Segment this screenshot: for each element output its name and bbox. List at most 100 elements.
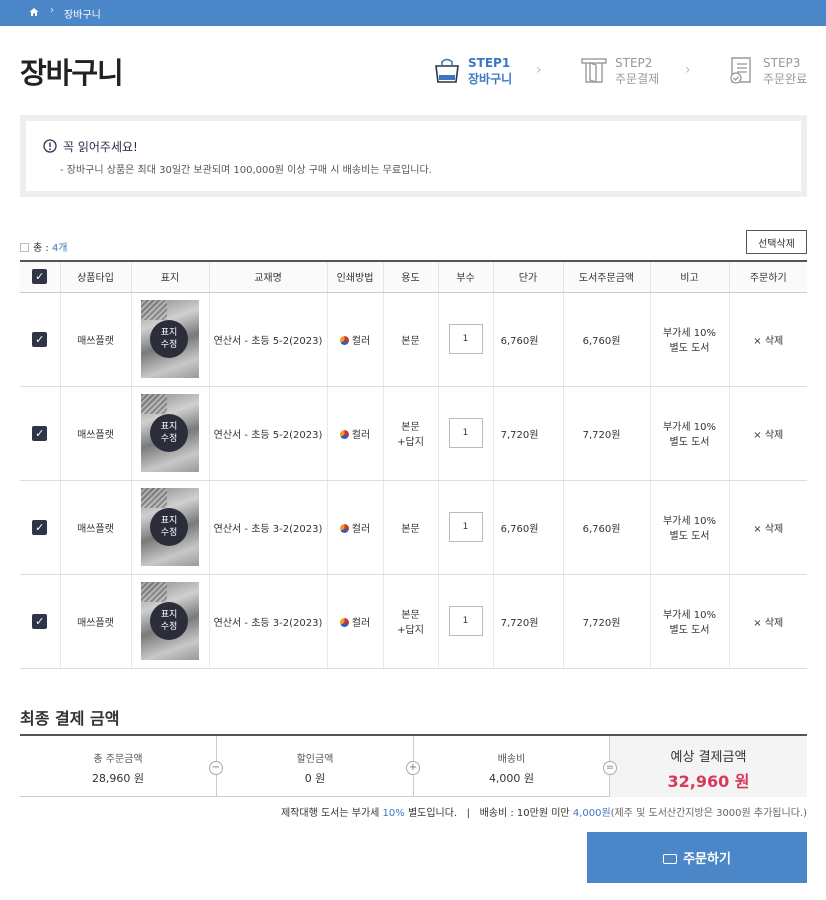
quantity-input[interactable]: 1: [448, 512, 483, 542]
row-checkbox[interactable]: ✓: [32, 613, 48, 629]
order-button-label: 주문하기: [683, 852, 731, 867]
usage: 본문 +답지: [383, 386, 439, 481]
table-row: ✓ 매쓰플랫 표지 수정 연산서 - 초등 3-2(2023) 컬러 본문 +답지 …: [20, 574, 807, 669]
equals-icon: =: [603, 761, 617, 775]
cover-thumbnail: 표지 수정: [141, 488, 199, 566]
summary-label: 할인금액: [296, 754, 334, 765]
note: 부가세 10% 별도 도서: [650, 480, 730, 575]
step-2-number: STEP2: [615, 56, 653, 70]
summary-label: 배송비: [497, 754, 526, 765]
quantity-input[interactable]: 1: [448, 324, 483, 354]
payment-summary: 총 주문금액 28,960 원 − 할인금액 0 원 + 배송비 4,000 원…: [20, 734, 807, 797]
header-order: 주문하기: [729, 260, 807, 293]
step-1-name: 장바구니: [468, 72, 513, 86]
usage: 본문: [383, 480, 439, 575]
header-qty: 부수: [438, 260, 494, 293]
total-label: 총 :: [33, 243, 49, 254]
row-checkbox[interactable]: ✓: [32, 425, 48, 441]
edit-cover-button[interactable]: 표지 수정: [150, 320, 188, 358]
summary-total-order: 총 주문금액 28,960 원: [20, 736, 216, 797]
order-amount: 7,720원: [563, 386, 651, 481]
color-print-icon: [339, 429, 349, 439]
unit-price: 7,720원: [493, 386, 564, 481]
header-unit-price: 단가: [493, 260, 564, 293]
product-type: 매쓰플랫: [60, 292, 132, 387]
step-1-number: STEP1: [468, 56, 511, 70]
book-title: 연산서 - 초등 3-2(2023): [209, 574, 328, 669]
header-usage: 용도: [383, 260, 439, 293]
shopping-bag-icon: [435, 58, 459, 83]
select-all-checkbox-small[interactable]: [20, 243, 29, 252]
summary-value: 28,960 원: [91, 772, 145, 785]
step-3-number: STEP3: [763, 56, 801, 70]
usage: 본문 +답지: [383, 574, 439, 669]
notice-text: - 장바구니 상품은 최대 30일간 보관되며 100,000원 이상 구매 시…: [60, 165, 432, 176]
print-method: 컬러: [327, 292, 384, 387]
step-3-name: 주문완료: [763, 72, 808, 86]
select-all-checkbox[interactable]: ✓: [32, 269, 48, 285]
order-amount: 6,760원: [563, 292, 651, 387]
step-2-name: 주문결제: [615, 72, 660, 86]
table-row: ✓ 매쓰플랫 표지 수정 연산서 - 초등 3-2(2023) 컬러 본문 1 6…: [20, 480, 807, 575]
header-title: 교재명: [209, 260, 328, 293]
delete-row-button[interactable]: × 삭제: [753, 430, 783, 441]
summary-label: 예상 결제금액: [670, 750, 747, 765]
notice-title: 꼭 읽어주세요!: [63, 140, 138, 154]
card-icon: [663, 854, 678, 864]
row-checkbox[interactable]: ✓: [32, 519, 48, 535]
table-row: ✓ 매쓰플랫 표지 수정 연산서 - 초등 5-2(2023) 컬러 본문 1 6…: [20, 292, 807, 387]
header-amount: 도서주문금액: [563, 260, 651, 293]
total-count: 총 : 4개: [20, 239, 68, 254]
book-title: 연산서 - 초등 5-2(2023): [209, 292, 328, 387]
chevron-right-icon: ›: [536, 62, 542, 78]
summary-value: 4,000 원: [488, 772, 535, 785]
quantity-input[interactable]: 1: [448, 606, 483, 636]
breadcrumb-separator-icon: ›: [50, 5, 54, 16]
header-note: 비고: [650, 260, 730, 293]
delete-selected-button[interactable]: 선택삭제: [746, 230, 807, 254]
color-print-icon: [339, 617, 349, 627]
alert-circle-icon: [43, 139, 57, 153]
unit-price: 6,760원: [493, 292, 564, 387]
total-count-value: 4개: [51, 243, 68, 254]
header-cover: 표지: [131, 260, 210, 293]
print-method: 컬러: [327, 480, 384, 575]
header-print: 인쇄방법: [327, 260, 384, 293]
edit-cover-button[interactable]: 표지 수정: [150, 508, 188, 546]
book-title: 연산서 - 초등 3-2(2023): [209, 480, 328, 575]
header-select-all[interactable]: ✓: [20, 260, 61, 293]
summary-label: 총 주문금액: [93, 754, 143, 765]
summary-final-amount: 예상 결제금액 32,960 원: [610, 736, 807, 797]
summary-discount: 할인금액 0 원: [217, 736, 413, 797]
note: 부가세 10% 별도 도서: [650, 386, 730, 481]
order-button[interactable]: 주문하기: [587, 832, 807, 883]
document-check-icon: [730, 57, 751, 84]
delete-row-button[interactable]: × 삭제: [753, 618, 783, 629]
cover-thumbnail: 표지 수정: [141, 394, 199, 472]
quantity-input[interactable]: 1: [448, 418, 483, 448]
print-method: 컬러: [327, 574, 384, 669]
delete-row-button[interactable]: × 삭제: [753, 524, 783, 535]
summary-shipping: 배송비 4,000 원: [414, 736, 609, 797]
delete-row-button[interactable]: × 삭제: [753, 336, 783, 347]
breadcrumb-bar: › 장바구니: [0, 0, 826, 26]
book-title: 연산서 - 초등 5-2(2023): [209, 386, 328, 481]
row-checkbox[interactable]: ✓: [32, 331, 48, 347]
print-method: 컬러: [327, 386, 384, 481]
home-icon[interactable]: [29, 7, 39, 17]
product-type: 매쓰플랫: [60, 480, 132, 575]
page-title: 장바구니: [20, 56, 124, 90]
edit-cover-button[interactable]: 표지 수정: [150, 602, 188, 640]
notice-box: 꼭 읽어주세요! - 장바구니 상품은 최대 30일간 보관되며 100,000…: [20, 115, 807, 197]
door-icon: [581, 58, 607, 83]
color-print-icon: [339, 523, 349, 533]
summary-value: 0 원: [304, 772, 326, 785]
cover-thumbnail: 표지 수정: [141, 300, 199, 378]
product-type: 매쓰플랫: [60, 574, 132, 669]
color-print-icon: [339, 335, 349, 345]
order-amount: 6,760원: [563, 480, 651, 575]
header-type: 상품타입: [60, 260, 132, 293]
breadcrumb-current: 장바구니: [64, 10, 101, 21]
footnote: 제작대행 도서는 부가세 10% 별도입니다. | 배송비 : 10만원 미만 …: [280, 808, 807, 819]
edit-cover-button[interactable]: 표지 수정: [150, 414, 188, 452]
